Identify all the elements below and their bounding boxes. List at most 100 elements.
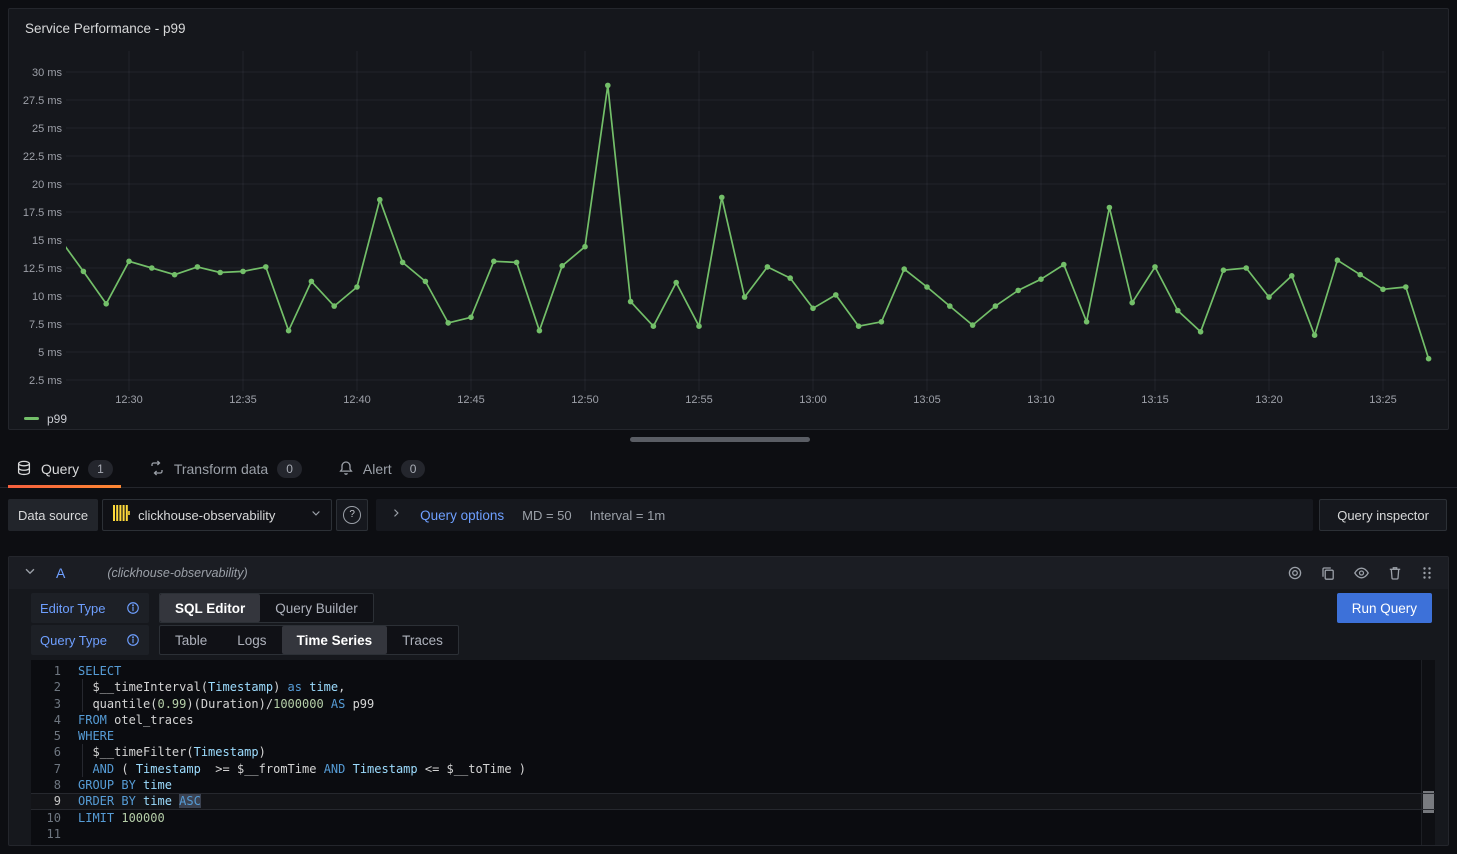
svg-text:13:25: 13:25 <box>1369 394 1397 406</box>
info-circle-icon[interactable] <box>126 633 140 647</box>
drag-handle-icon[interactable] <box>1420 565 1434 581</box>
code-line-3[interactable]: 3 quantile(0.99)(Duration)/1000000 AS p9… <box>31 696 1435 712</box>
editor-type-query-builder[interactable]: Query Builder <box>260 594 373 622</box>
code-line-7[interactable]: 7 AND ( Timestamp >= $__fromTime AND Tim… <box>31 761 1435 777</box>
line-number: 10 <box>31 810 61 826</box>
query-type-table[interactable]: Table <box>160 626 222 654</box>
editor-type-toggle: SQL Editor Query Builder <box>159 593 374 623</box>
code-line-11[interactable]: 11 <box>31 826 1435 842</box>
code-line-5[interactable]: 5WHERE <box>31 728 1435 744</box>
database-icon <box>16 460 32 479</box>
query-options-link[interactable]: Query options <box>420 508 504 523</box>
collapse-chevron-icon[interactable] <box>23 564 37 583</box>
query-type-toggle: Table Logs Time Series Traces <box>159 625 459 655</box>
query-actions <box>1287 565 1434 581</box>
code-line-8[interactable]: 8GROUP BY time <box>31 777 1435 793</box>
line-number: 8 <box>31 777 61 793</box>
tab-count-badge: 1 <box>88 460 113 478</box>
query-type-traces[interactable]: Traces <box>387 626 458 654</box>
sql-code-editor[interactable]: 1SELECT2 $__timeInterval(Timestamp) as t… <box>31 660 1435 845</box>
svg-text:13:00: 13:00 <box>799 394 827 406</box>
svg-text:5 ms: 5 ms <box>38 347 62 359</box>
legend-swatch <box>24 417 39 420</box>
chevron-right-icon[interactable] <box>390 506 402 524</box>
svg-text:13:15: 13:15 <box>1141 394 1169 406</box>
code-line-1[interactable]: 1SELECT <box>31 663 1435 679</box>
line-number: 5 <box>31 728 61 744</box>
datasource-value: clickhouse-observability <box>138 508 275 523</box>
svg-text:12:40: 12:40 <box>343 394 371 406</box>
query-inspector-button[interactable]: Query inspector <box>1319 499 1447 531</box>
line-number: 3 <box>31 696 61 712</box>
interval-value: Interval = 1m <box>590 508 666 523</box>
svg-text:22.5 ms: 22.5 ms <box>23 151 63 163</box>
active-tab-underline <box>8 485 121 488</box>
editor-controls: Editor Type SQL Editor Query Builder Run… <box>9 589 1448 655</box>
duplicate-query-icon[interactable] <box>1320 565 1336 581</box>
line-number: 4 <box>31 712 61 728</box>
legend-label: p99 <box>47 412 67 426</box>
svg-text:12:35: 12:35 <box>229 394 257 406</box>
query-row-card: A (clickhouse-observability) <box>8 556 1449 846</box>
line-number: 6 <box>31 744 61 760</box>
tab-label: Transform data <box>174 461 268 477</box>
query-type-time-series[interactable]: Time Series <box>282 626 388 654</box>
query-type-logs[interactable]: Logs <box>222 626 281 654</box>
tab-count-badge: 0 <box>401 460 426 478</box>
transform-icon <box>149 460 165 479</box>
datasource-picker[interactable]: clickhouse-observability <box>102 499 332 531</box>
svg-text:13:10: 13:10 <box>1027 394 1055 406</box>
line-number: 9 <box>31 793 61 809</box>
query-datasource-hint: (clickhouse-observability) <box>107 566 247 580</box>
line-number: 2 <box>31 679 61 695</box>
code-line-4[interactable]: 4FROM otel_traces <box>31 712 1435 728</box>
line-number: 7 <box>31 761 61 777</box>
clickhouse-logo-icon <box>112 504 130 527</box>
max-data-points-value: MD = 50 <box>522 508 572 523</box>
code-line-2[interactable]: 2 $__timeInterval(Timestamp) as time, <box>31 679 1435 695</box>
svg-text:20 ms: 20 ms <box>32 179 62 191</box>
svg-text:27.5 ms: 27.5 ms <box>23 95 63 107</box>
svg-text:13:20: 13:20 <box>1255 394 1283 406</box>
line-number: 11 <box>31 826 61 842</box>
chevron-down-icon <box>310 506 322 524</box>
tab-transform-data[interactable]: Transform data 0 <box>149 451 302 487</box>
svg-text:7.5 ms: 7.5 ms <box>29 319 63 331</box>
line-number: 1 <box>31 663 61 679</box>
timeseries-panel: Service Performance - p99 30 ms27.5 ms25… <box>8 8 1449 430</box>
datasource-help-button[interactable]: ? <box>336 499 368 531</box>
bell-icon <box>338 460 354 479</box>
tab-label: Query <box>41 461 79 477</box>
toggle-query-icon[interactable] <box>1287 565 1303 581</box>
svg-text:12.5 ms: 12.5 ms <box>23 263 63 275</box>
tab-alert[interactable]: Alert 0 <box>338 451 425 487</box>
tab-count-badge: 0 <box>277 460 302 478</box>
run-query-button[interactable]: Run Query <box>1337 593 1432 623</box>
svg-text:30 ms: 30 ms <box>32 67 62 79</box>
query-row-header[interactable]: A (clickhouse-observability) <box>9 557 1448 589</box>
horizontal-scrollbar-thumb[interactable] <box>630 437 810 442</box>
svg-text:10 ms: 10 ms <box>32 291 62 303</box>
remove-query-icon[interactable] <box>1387 565 1403 581</box>
svg-text:15 ms: 15 ms <box>32 235 62 247</box>
svg-text:12:55: 12:55 <box>685 394 713 406</box>
query-type-row: Query Type Table Logs Time Series Traces <box>31 625 1432 655</box>
editor-tabs: Query 1 Transform data 0 Alert 0 <box>0 451 1457 488</box>
code-line-6[interactable]: 6 $__timeFilter(Timestamp) <box>31 744 1435 760</box>
code-line-10[interactable]: 10LIMIT 100000 <box>31 810 1435 826</box>
query-type-field-label: Query Type <box>31 625 149 655</box>
svg-text:12:30: 12:30 <box>115 394 143 406</box>
question-circle-icon: ? <box>343 506 361 524</box>
tab-label: Alert <box>363 461 392 477</box>
svg-text:2.5 ms: 2.5 ms <box>29 375 63 387</box>
svg-text:12:50: 12:50 <box>571 394 599 406</box>
tab-query[interactable]: Query 1 <box>16 451 113 487</box>
hide-response-icon[interactable] <box>1353 565 1370 581</box>
editor-type-sql-editor[interactable]: SQL Editor <box>160 594 260 622</box>
timeseries-chart[interactable]: 30 ms27.5 ms25 ms22.5 ms20 ms17.5 ms15 m… <box>9 9 1448 429</box>
svg-text:13:05: 13:05 <box>913 394 941 406</box>
editor-type-row: Editor Type SQL Editor Query Builder Run… <box>31 593 1432 623</box>
svg-text:25 ms: 25 ms <box>32 123 62 135</box>
code-line-9[interactable]: 9ORDER BY time ASC <box>31 793 1435 809</box>
info-circle-icon[interactable] <box>126 601 140 615</box>
